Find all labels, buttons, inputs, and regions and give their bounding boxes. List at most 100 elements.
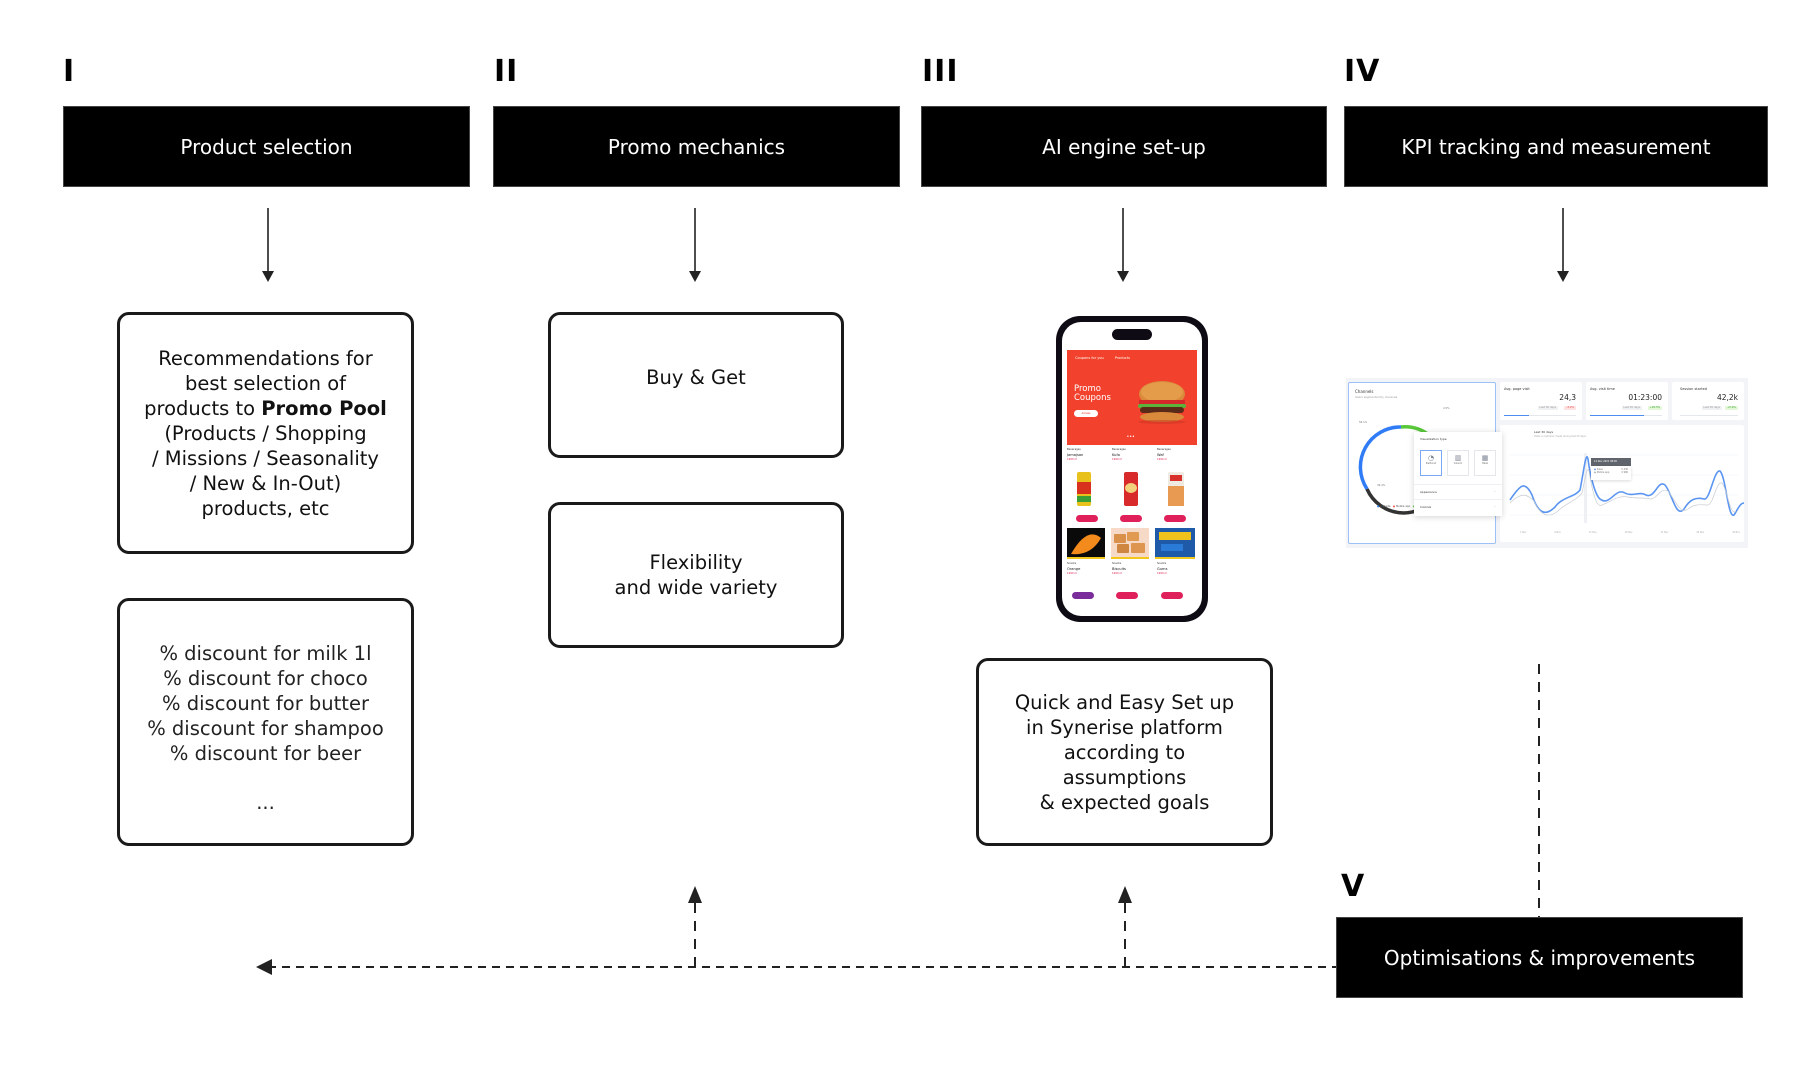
kpi-progress-fill bbox=[1504, 415, 1530, 416]
hero-title: Promo Coupons bbox=[1074, 384, 1111, 403]
visualization-type-popup: Visualization type ◔ Pie/donut ▥ Column … bbox=[1414, 432, 1502, 516]
viz-option-table[interactable]: ▦ Table bbox=[1474, 450, 1496, 476]
product-card[interactable]: Snacks Biscuits 1990 zł bbox=[1112, 562, 1152, 575]
dashed-feedback-horizontal bbox=[256, 959, 1336, 975]
recommendation-line-3: products to Promo Pool bbox=[144, 396, 387, 420]
kpi-progress-fill bbox=[1590, 415, 1644, 416]
kpi-value: 42,2k bbox=[1716, 393, 1738, 402]
kpi-progress bbox=[1590, 415, 1662, 416]
popup-section-appearance[interactable]: Appearance bbox=[1420, 490, 1437, 494]
product-add-button[interactable] bbox=[1116, 592, 1138, 599]
phone-notch bbox=[1112, 329, 1152, 340]
viz-option-pie[interactable]: ◔ Pie/donut bbox=[1420, 450, 1442, 476]
recommendation-line-2: best selection of bbox=[184, 371, 346, 395]
burger-image bbox=[1138, 381, 1186, 424]
phone-tab-products[interactable]: Products bbox=[1115, 356, 1130, 360]
kpi-change: -3,2% bbox=[1564, 406, 1576, 410]
discount-list-card: % discount for milk 1l % discount for ch… bbox=[117, 598, 414, 846]
product-add-button[interactable] bbox=[1076, 515, 1098, 522]
popup-title: Visualization type bbox=[1420, 437, 1447, 441]
pie-chart-icon: ◔ bbox=[1427, 454, 1435, 462]
ai-setup-line-2: in Synerise platform bbox=[1026, 715, 1223, 739]
popup-section-colorize[interactable]: Colorize bbox=[1420, 505, 1431, 509]
donut-label: 4.5% bbox=[1443, 407, 1450, 410]
product-add-button[interactable] bbox=[1120, 515, 1142, 522]
chart-tooltip-header: 12 Nov 2021 08:00 bbox=[1591, 458, 1631, 466]
promo-hero-banner: Coupons for you Products Promo Coupons A… bbox=[1067, 350, 1197, 445]
buy-and-get-label: Buy & Get bbox=[646, 365, 746, 389]
recommendation-line-1: Recommendations for bbox=[158, 346, 373, 370]
buy-and-get-card: Buy & Get bbox=[548, 312, 844, 458]
line-chart-x-axis: 1 Nov 6 Nov 11 Nov 16 Nov 21 Nov 26 Nov 30 Nov bbox=[1520, 531, 1740, 534]
column-chart-icon: ▥ bbox=[1454, 454, 1462, 462]
chevron-down-icon: ⌄ bbox=[1493, 504, 1496, 508]
recommendation-line-5: / Missions / Seasonality bbox=[152, 446, 379, 470]
phone-screen: Coupons for you Products Promo Coupons A… bbox=[1062, 322, 1202, 616]
kpi-period: Last 30 days bbox=[1701, 406, 1722, 410]
phone-tabs: Coupons for you Products bbox=[1075, 356, 1140, 360]
chevron-down-icon: ⌄ bbox=[1493, 489, 1496, 493]
down-arrow-stage-1 bbox=[262, 208, 274, 282]
viz-option-column[interactable]: ▥ Column bbox=[1447, 450, 1469, 476]
donut-label: 56.1% bbox=[1359, 421, 1368, 424]
kpi-label: Avg. visit time bbox=[1590, 387, 1615, 391]
flexibility-line-2: and wide variety bbox=[614, 576, 778, 599]
kpi-change: +5,6% bbox=[1725, 406, 1738, 410]
product-add-button[interactable] bbox=[1161, 592, 1183, 599]
product-card[interactable]: Beverages Kufo 1990 zł bbox=[1112, 448, 1152, 461]
product-add-button[interactable] bbox=[1072, 592, 1094, 599]
ai-setup-line-5: & expected goals bbox=[1039, 790, 1210, 814]
chart-tooltip-body: ● Sales 5 430 ● Mobile app 4 980 bbox=[1591, 466, 1631, 480]
kpi-period: Last 30 days bbox=[1621, 406, 1642, 410]
kpi-card-avg-visit-time: Avg. visit time 01:23:00 Last 30 days +1… bbox=[1586, 382, 1668, 420]
kpi-progress bbox=[1680, 415, 1738, 416]
kpi-change: +18,3% bbox=[1647, 406, 1662, 410]
discount-item: % discount for butter bbox=[162, 692, 369, 715]
dashed-up-arrow-stage-2 bbox=[688, 886, 702, 967]
product-card[interactable]: Snacks Orange 1990 zł bbox=[1067, 562, 1107, 575]
product-add-button[interactable] bbox=[1164, 515, 1186, 522]
kpi-dashboard-screenshot: Channels Users segmented by channels 56.… bbox=[1346, 378, 1748, 548]
kpi-label: Session started bbox=[1680, 387, 1707, 391]
kpi-card-avg-page-visit: Avg. page visit 24,3 Last 30 days -3,2% bbox=[1500, 382, 1582, 420]
ai-setup-line-3: according to bbox=[1063, 740, 1186, 764]
flexibility-line-1: Flexibility bbox=[649, 551, 743, 574]
down-arrow-stage-2 bbox=[689, 208, 701, 282]
ai-setup-description-card: Quick and Easy Set up in Synerise platfo… bbox=[976, 658, 1273, 846]
product-card[interactable]: Snacks Gums 1990 zł bbox=[1157, 562, 1197, 575]
phone-tab-coupons[interactable]: Coupons for you bbox=[1075, 356, 1104, 360]
kpi-value: 01:23:00 bbox=[1628, 393, 1662, 402]
product-images-row-1 bbox=[1077, 472, 1184, 506]
carousel-dots: ••• bbox=[1127, 434, 1136, 440]
hero-activate-button[interactable]: Activate bbox=[1074, 410, 1098, 417]
product-card[interactable]: Beverages Jamajsan 1990 zł bbox=[1067, 448, 1107, 461]
discount-item: % discount for shampoo bbox=[147, 717, 384, 740]
phone-mockup: Coupons for you Products Promo Coupons A… bbox=[1056, 316, 1208, 622]
donut-label: 39.4% bbox=[1377, 484, 1386, 487]
kpi-value: 24,3 bbox=[1559, 393, 1576, 402]
flexibility-card: Flexibility and wide variety bbox=[548, 502, 844, 648]
product-images-row-2 bbox=[1067, 528, 1195, 559]
recommendation-line-6: / New & In-Out) bbox=[189, 471, 342, 495]
down-arrow-stage-4 bbox=[1557, 208, 1569, 282]
left-arrowhead-icon bbox=[256, 959, 272, 975]
product-recommendation-card: Recommendations for best selection of pr… bbox=[117, 312, 414, 554]
ai-setup-line-4: assumptions bbox=[1062, 765, 1187, 789]
dashed-up-arrow-stage-3 bbox=[1118, 886, 1132, 967]
promo-pool-emphasis: Promo Pool bbox=[261, 396, 387, 420]
visits-line-chart bbox=[1509, 453, 1744, 523]
discount-item: % discount for choco bbox=[163, 667, 368, 690]
product-card[interactable]: Beverages Waf 1990 zł bbox=[1157, 448, 1197, 461]
kpi-period: Last 30 days bbox=[1537, 406, 1558, 410]
kpi-label: Avg. page visit bbox=[1504, 387, 1530, 391]
table-icon: ▦ bbox=[1481, 454, 1489, 462]
recommendation-line-4: (Products / Shopping bbox=[164, 421, 367, 445]
kpi-progress bbox=[1504, 415, 1576, 416]
visits-line-chart-card: Last 30 days Visits a customer made duri… bbox=[1500, 425, 1744, 542]
kpi-card-session-started: Session started 42,2k Last 30 days +5,6% bbox=[1672, 382, 1744, 420]
recommendation-line-7: products, etc bbox=[201, 496, 330, 520]
discount-item: % discount for milk 1l bbox=[159, 642, 372, 665]
discount-ellipsis: ... bbox=[256, 791, 275, 814]
down-arrow-stage-3 bbox=[1117, 208, 1129, 282]
donut-segment-website bbox=[1358, 425, 1402, 490]
